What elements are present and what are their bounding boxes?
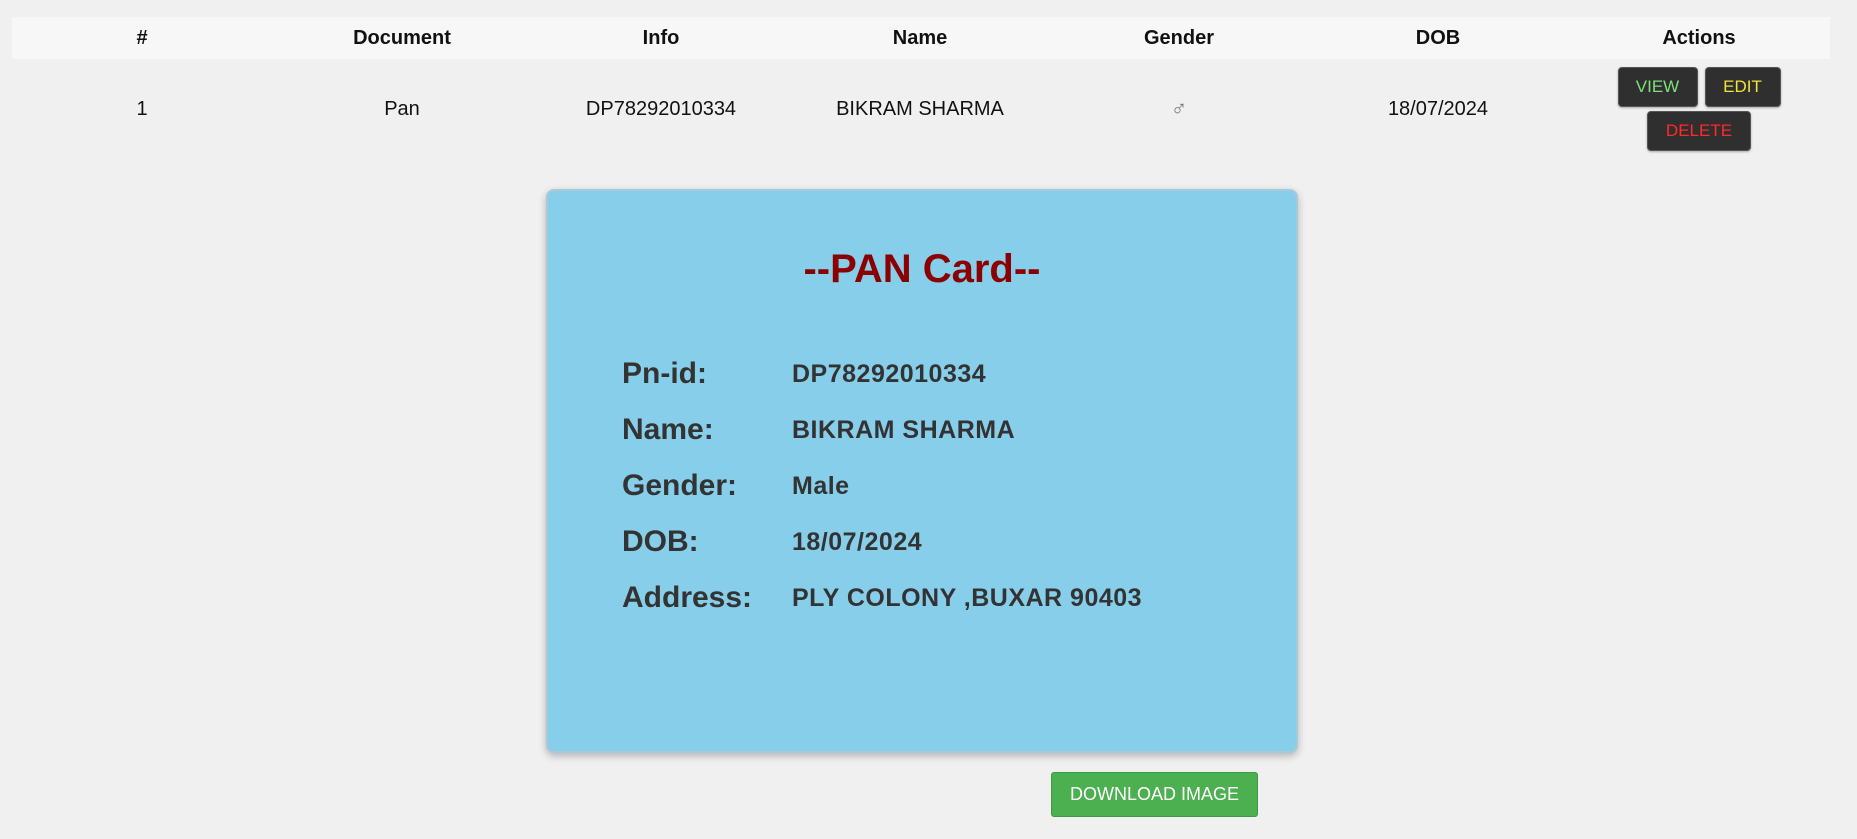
cell-document: Pan <box>384 97 420 120</box>
card-field-address: Address: PLY COLONY ,BUXAR 90403 <box>622 570 1142 626</box>
field-label: Name: <box>622 413 714 446</box>
view-button[interactable]: VIEW <box>1617 67 1698 107</box>
cell-gender: ♂ <box>1050 59 1308 159</box>
field-label: Pn-id: <box>622 357 707 390</box>
cell-name: BIKRAM SHARMA <box>836 97 1004 120</box>
action-buttons: VIEW EDIT DELETE <box>1609 67 1789 151</box>
card-field-name: Name: BIKRAM SHARMA <box>622 402 1142 458</box>
field-label: Address: <box>622 581 753 614</box>
male-symbol-icon: ♂ <box>1170 96 1188 121</box>
column-header-document: Document <box>353 26 451 49</box>
field-value: Male <box>792 471 850 500</box>
cell-actions: VIEW EDIT DELETE <box>1568 59 1830 159</box>
pan-card-preview: --PAN Card-- Pn-id: DP78292010334 Name: … <box>546 189 1298 753</box>
edit-button[interactable]: EDIT <box>1704 67 1781 107</box>
column-header-gender: Gender <box>1143 26 1215 49</box>
field-value: DP78292010334 <box>792 359 987 388</box>
table-body: 1 Pan DP78292010334 BIKRAM SHARMA ♂ 18/0… <box>12 59 1830 159</box>
download-image-button[interactable]: DOWNLOAD IMAGE <box>1051 772 1258 817</box>
column-header-name: Name <box>892 26 948 49</box>
cell-info: DP78292010334 <box>585 97 737 120</box>
delete-button[interactable]: DELETE <box>1647 111 1751 151</box>
card-field-dob: DOB: 18/07/2024 <box>622 514 1142 570</box>
field-label: DOB: <box>622 525 699 558</box>
field-value: PLY COLONY ,BUXAR 90403 <box>792 583 1143 612</box>
card-field-gender: Gender: Male <box>622 458 1142 514</box>
header-row: # Document Info Name Gender DOB Actions <box>12 17 1830 59</box>
column-header-info: Info <box>642 26 680 49</box>
column-header-actions: Actions <box>1662 26 1736 49</box>
cell-index: 1 <box>136 97 148 120</box>
card-title: --PAN Card-- <box>803 247 1041 291</box>
cell-dob: 18/07/2024 <box>1387 97 1489 120</box>
field-label: Gender: <box>622 469 738 502</box>
column-header-index: # <box>136 26 148 49</box>
card-field-pn-id: Pn-id: DP78292010334 <box>622 346 1142 402</box>
table-row: 1 Pan DP78292010334 BIKRAM SHARMA ♂ 18/0… <box>12 59 1830 159</box>
page: # Document Info Name Gender DOB Actions … <box>0 0 1857 839</box>
table-header: # Document Info Name Gender DOB Actions <box>12 17 1830 59</box>
column-header-dob: DOB <box>1415 26 1461 49</box>
field-value: BIKRAM SHARMA <box>792 415 1016 444</box>
field-value: 18/07/2024 <box>792 527 923 556</box>
records-table: # Document Info Name Gender DOB Actions … <box>12 17 1830 159</box>
card-fields: Pn-id: DP78292010334 Name: BIKRAM SHARMA… <box>622 346 1142 626</box>
